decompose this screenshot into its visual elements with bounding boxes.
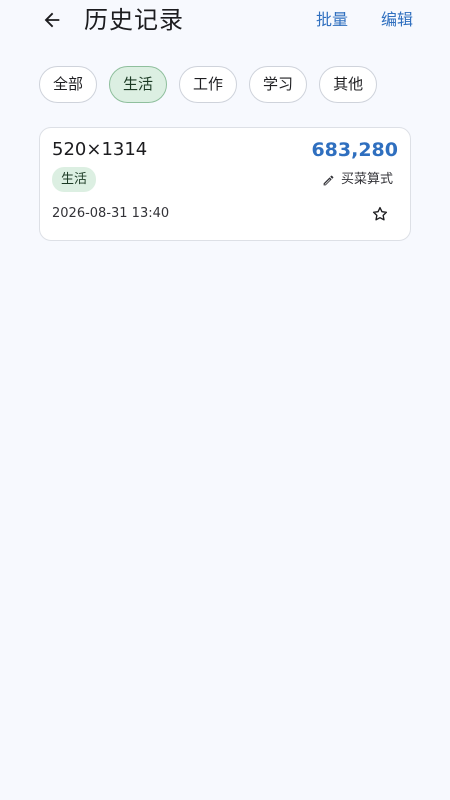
pencil-icon bbox=[323, 175, 334, 185]
history-timestamp: 2026-08-31 13:40 bbox=[52, 206, 170, 221]
favorite-button[interactable] bbox=[370, 204, 390, 224]
filter-chip-all[interactable]: 全部 bbox=[39, 66, 98, 103]
arrow-left-icon bbox=[44, 12, 60, 28]
page-title: 历史记录 bbox=[84, 6, 184, 34]
filter-chip-study[interactable]: 学习 bbox=[249, 66, 308, 103]
history-item-card[interactable]: 520×1314 683,280 生活 买菜算式 2026-08-31 13:4… bbox=[39, 127, 411, 241]
star-outline-icon bbox=[372, 206, 388, 221]
note-edit-button[interactable]: 买菜算式 bbox=[322, 169, 393, 191]
edit-button[interactable]: 编辑 bbox=[381, 8, 413, 32]
batch-button[interactable]: 批量 bbox=[316, 8, 348, 32]
history-expression: 520×1314 bbox=[52, 139, 148, 160]
note-label: 买菜算式 bbox=[340, 172, 393, 187]
history-result: 683,280 bbox=[311, 139, 398, 161]
top-app-bar: 历史记录 批量 编辑 bbox=[0, 0, 450, 44]
back-button[interactable] bbox=[38, 6, 66, 34]
filter-chip-work[interactable]: 工作 bbox=[179, 66, 238, 103]
category-tag: 生活 bbox=[52, 167, 97, 192]
filter-chip-life[interactable]: 生活 bbox=[109, 66, 168, 103]
filter-chip-other[interactable]: 其他 bbox=[319, 66, 378, 103]
category-filter-chips: 全部 生活 工作 学习 其他 bbox=[39, 66, 378, 103]
